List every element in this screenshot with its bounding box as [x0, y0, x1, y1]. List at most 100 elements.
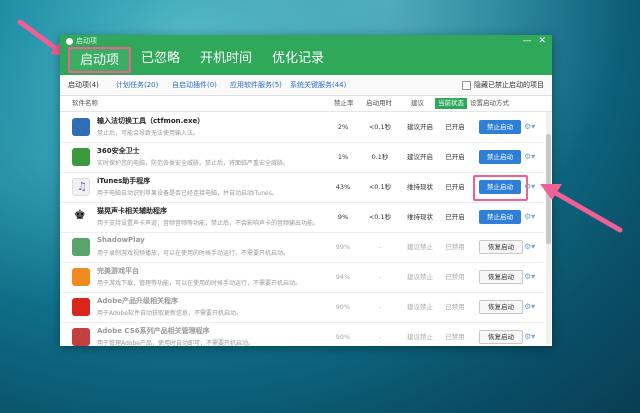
item-rate: 90%	[335, 333, 351, 341]
music-note-icon: ♫	[72, 178, 90, 196]
list-item[interactable]: 输入法切换工具（ctfmon.exe） 禁止后，可能会导致无法使用输入法。 2%…	[60, 112, 544, 143]
item-time: -	[378, 303, 382, 311]
item-time: -	[378, 333, 382, 341]
note-glyph: ♫	[77, 180, 87, 193]
app-logo-icon	[66, 37, 73, 45]
col-status[interactable]: 当前状态	[435, 98, 467, 109]
item-status: 已开启	[445, 153, 465, 161]
list-item[interactable]: 完美游戏平台 用于游戏下载、管理等功能，可以在使用的时候手动运行，不需要开机启动…	[60, 262, 544, 293]
scrollbar-thumb[interactable]	[546, 134, 551, 244]
item-name: 完美游戏平台	[97, 267, 139, 275]
gear-icon[interactable]: ⚙▾	[524, 120, 535, 134]
subtab-plugins[interactable]: 自启动插件(0)	[172, 75, 217, 95]
item-rate: 9%	[337, 213, 349, 221]
list-item[interactable]: 360安全卫士 实时保护您的电脑，防范各类安全威胁。禁止后，将面临严重安全威胁。…	[60, 142, 544, 173]
subtab-system-services[interactable]: 系统关键服务(44)	[290, 75, 346, 95]
gear-icon[interactable]: ⚙▾	[524, 270, 535, 284]
item-time: <0.1秒	[368, 183, 392, 191]
subtab-scheduled-tasks[interactable]: 计划任务(20)	[116, 75, 158, 95]
window-header: 启动项 — ✕ 启动项 已忽略 开机时间 优化记录	[60, 35, 552, 75]
item-time: <0.1秒	[368, 213, 392, 221]
item-rate: 90%	[335, 303, 351, 311]
list-item[interactable]: ♚ 猫晃声卡相关辅助程序 用于支持设置声卡声道，音频音频等功能，禁止后，不会影响…	[60, 202, 544, 233]
item-name: ShadowPlay	[97, 236, 145, 244]
hide-disabled-checkbox[interactable]: 隐藏已禁止启动的项目	[462, 75, 544, 95]
list-item[interactable]: Adobe CS6系列产品相关管理程序 用于管理Adobe产品，使用时自动即可，…	[60, 322, 544, 346]
list-item[interactable]: Adobe产品升级相关程序 用于Adobe软件自动获取更新信息，不需要开机启动。…	[60, 292, 544, 323]
speaker-glyph: ♚	[74, 208, 86, 223]
item-rate: 99%	[335, 243, 351, 251]
col-suggestion: 建议	[411, 99, 424, 107]
disable-startup-button[interactable]: 禁止启动	[479, 180, 521, 194]
tab-optimize-log[interactable]: 优化记录	[262, 47, 334, 73]
item-desc: 用于电脑自动识别苹果设备是否已经连接电脑，并自动启动iTunes。	[97, 190, 278, 197]
item-desc: 实时保护您的电脑，防范各类安全威胁。禁止后，将面临严重安全威胁。	[97, 160, 290, 167]
window-controls: — ✕	[515, 36, 546, 46]
shield-icon	[72, 148, 90, 166]
main-tabs: 启动项 已忽略 开机时间 优化记录	[68, 47, 334, 73]
item-rate: 2%	[337, 123, 349, 131]
scrollbar[interactable]	[546, 112, 551, 344]
disable-startup-button[interactable]: 禁止启动	[479, 120, 521, 134]
sub-tabs: 启动项(4) 计划任务(20) 自启动插件(0) 应用软件服务(5) 系统关键服…	[60, 75, 552, 96]
shadowplay-icon	[72, 238, 90, 256]
gear-icon[interactable]: ⚙▾	[524, 300, 535, 314]
item-desc: 用于支持设置声卡声道，音频音频等功能，禁止后，不会影响声卡的音频输出功能。	[97, 220, 320, 227]
game-icon	[72, 268, 90, 286]
restore-startup-button[interactable]: 恢复启动	[479, 300, 523, 314]
tab-ignored[interactable]: 已忽略	[131, 47, 190, 73]
list-item[interactable]: ShadowPlay 用于录制游戏视频播放，可以在使用的时候手动运行，不需要开机…	[60, 232, 544, 263]
item-rate: 94%	[335, 273, 351, 281]
item-rate: 43%	[335, 183, 351, 191]
item-rate: 1%	[337, 153, 349, 161]
item-status: 已禁用	[445, 303, 465, 311]
window-title: 启动项	[66, 36, 97, 46]
disable-startup-button[interactable]: 禁止启动	[479, 210, 521, 224]
gear-icon[interactable]: ⚙▾	[524, 210, 535, 224]
item-desc: 用于Adobe软件自动获取更新信息，不需要开机启动。	[97, 310, 242, 317]
item-desc: 用于录制游戏视频播放，可以在使用的时候手动运行，不需要开机启动。	[97, 250, 290, 257]
item-desc: 用于游戏下载、管理等功能，可以在使用的时候手动运行，不需要开机启动。	[97, 280, 302, 287]
item-status: 已开启	[445, 183, 465, 191]
minimize-button[interactable]: —	[522, 36, 531, 46]
item-status: 已禁用	[445, 243, 465, 251]
item-name: Adobe产品升级相关程序	[97, 297, 178, 305]
adobe-icon	[72, 298, 90, 316]
column-header: 软件名称 禁止率 启动用时 建议 当前状态 设置启动方式	[60, 96, 552, 112]
restore-startup-button[interactable]: 恢复启动	[479, 330, 523, 344]
item-status: 已开启	[445, 123, 465, 131]
restore-startup-button[interactable]: 恢复启动	[479, 270, 523, 284]
list-item[interactable]: ♫ iTunes助手程序 用于电脑自动识别苹果设备是否已经连接电脑，并自动启动i…	[60, 172, 544, 203]
item-name: 输入法切换工具（ctfmon.exe）	[97, 117, 205, 125]
item-status: 已禁用	[445, 273, 465, 281]
close-button[interactable]: ✕	[538, 36, 546, 46]
gear-icon[interactable]: ⚙▾	[524, 180, 535, 194]
speaker-icon: ♚	[72, 208, 90, 226]
item-desc: 禁止后，可能会导致无法使用输入法。	[97, 130, 200, 137]
item-time: <0.1秒	[368, 123, 392, 131]
item-status: 已开启	[445, 213, 465, 221]
gear-icon[interactable]: ⚙▾	[524, 240, 535, 254]
restore-startup-button[interactable]: 恢复启动	[479, 240, 523, 254]
checkbox-box[interactable]	[462, 80, 471, 90]
item-time: -	[378, 273, 382, 281]
startup-manager-window: 启动项 — ✕ 启动项 已忽略 开机时间 优化记录 启动项(4) 计划任务(20)…	[60, 35, 552, 346]
keyboard-icon	[72, 118, 90, 136]
item-name: 360安全卫士	[97, 147, 140, 155]
col-rate: 禁止率	[334, 99, 354, 107]
col-time: 启动用时	[366, 99, 392, 107]
tab-boot-time[interactable]: 开机时间	[190, 47, 262, 73]
item-status: 已禁用	[445, 333, 465, 341]
subtab-startup[interactable]: 启动项(4)	[68, 75, 99, 95]
item-name: iTunes助手程序	[97, 177, 151, 185]
tab-startup-items[interactable]: 启动项	[68, 47, 132, 73]
subtab-app-services[interactable]: 应用软件服务(5)	[230, 75, 282, 95]
item-desc: 用于管理Adobe产品，使用时自动即可，不需要开机启动。	[97, 340, 254, 346]
gear-icon[interactable]: ⚙▾	[524, 150, 535, 164]
item-name: Adobe CS6系列产品相关管理程序	[97, 327, 210, 335]
disable-startup-button[interactable]: 禁止启动	[479, 150, 521, 164]
adobe-cs-icon	[72, 328, 90, 346]
gear-icon[interactable]: ⚙▾	[524, 330, 535, 344]
item-name: 猫晃声卡相关辅助程序	[97, 207, 167, 215]
col-method: 设置启动方式	[470, 99, 509, 107]
